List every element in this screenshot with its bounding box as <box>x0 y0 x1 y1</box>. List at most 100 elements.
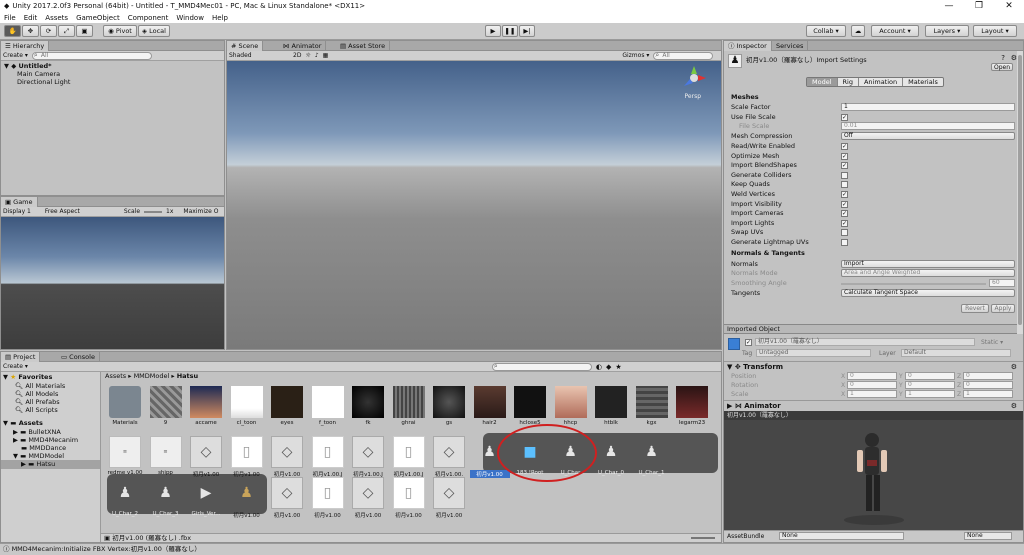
asset-bundle-select[interactable]: None <box>779 532 904 540</box>
asset-item[interactable]: f_toon <box>308 386 348 426</box>
tab-services[interactable]: Services <box>772 41 809 51</box>
asset-item[interactable]: ▯ 初月v1.00 <box>389 477 429 519</box>
asset-item[interactable]: ghrai <box>389 386 429 426</box>
asset-item[interactable]: hhcp <box>551 386 591 426</box>
aspect-select[interactable]: Free Aspect <box>45 208 80 215</box>
import-option-checkbox[interactable]: ✓ <box>841 162 848 170</box>
collab-button[interactable]: Collab ▾ <box>806 25 846 37</box>
import-option-checkbox[interactable]: ✓ <box>841 219 848 227</box>
minimize-icon[interactable]: — <box>934 0 964 12</box>
animator-gear-icon[interactable]: ⚙ <box>1011 401 1017 411</box>
breadcrumb-hatsu[interactable]: Hatsu <box>177 372 198 380</box>
inspector-scrollbar[interactable] <box>1017 51 1023 334</box>
apply-button[interactable]: Apply <box>991 304 1015 313</box>
animator-header[interactable]: ▶ ⋈ Animator ⚙ <box>724 400 1023 410</box>
subtab-rig[interactable]: Rig <box>836 78 858 86</box>
component-gear-icon[interactable]: ⚙ <box>1011 362 1017 372</box>
tab-console[interactable]: ▭ Console <box>57 352 100 362</box>
tab-project[interactable]: ▤ Project <box>1 352 41 362</box>
favorites-header[interactable]: ▼ ★ Favorites <box>1 373 100 382</box>
game-view[interactable] <box>1 217 224 349</box>
import-option-checkbox[interactable]: ✓ <box>841 200 848 208</box>
asset-item[interactable]: accame <box>186 386 226 426</box>
asset-item[interactable]: ♟ 初月v1.00 <box>227 477 267 519</box>
hierarchy-item-directional-light[interactable]: Directional Light <box>1 78 224 87</box>
menu-help[interactable]: Help <box>208 14 232 22</box>
subtab-animation[interactable]: Animation <box>857 78 903 86</box>
asset-item[interactable]: ◇ 初月v1.00 <box>186 436 226 478</box>
pivot-button[interactable]: ◉ Pivot <box>103 25 137 37</box>
filter-type-icon[interactable]: ◐ <box>596 363 602 371</box>
project-create-button[interactable]: Create ▾ <box>3 363 28 370</box>
import-option-checkbox[interactable]: ✓ <box>841 210 848 218</box>
pause-button[interactable]: ❚❚ <box>502 25 518 37</box>
import-option-checkbox[interactable]: ✓ <box>841 191 848 198</box>
asset-item[interactable]: ♟ U_Char_0 <box>591 436 631 476</box>
maximize-icon[interactable]: ❐ <box>964 0 994 12</box>
tab-game[interactable]: ▣ Game <box>1 197 38 207</box>
active-checkbox[interactable]: ✓ <box>745 339 752 346</box>
menu-gameobject[interactable]: GameObject <box>72 14 124 22</box>
menu-assets[interactable]: Assets <box>41 14 72 22</box>
asset-item[interactable]: legarm23 <box>672 386 712 426</box>
asset-item[interactable]: eyes <box>267 386 307 426</box>
asset-item[interactable]: ◇ 初月v1.00. <box>429 436 469 478</box>
asset-item[interactable]: htblk <box>591 386 631 426</box>
asset-item[interactable]: cl_toon <box>227 386 267 426</box>
scale-factor-input[interactable]: 1 <box>841 103 1015 111</box>
folder-hatsu[interactable]: ▶ ▬ Hatsu <box>1 460 100 469</box>
thumbnail-size-slider[interactable] <box>691 537 715 539</box>
import-option-checkbox[interactable]: ✓ <box>841 152 848 160</box>
filter-label-icon[interactable]: ◆ <box>606 363 611 371</box>
display-select[interactable]: Display 1 <box>3 208 31 215</box>
asset-item[interactable]: kgx <box>632 386 672 426</box>
tangents-select[interactable]: Calculate Tangent Space <box>841 289 1015 297</box>
favorite-all-scripts[interactable]: 🔍︎ All Scripts <box>1 406 100 415</box>
asset-item[interactable]: ▶ Girls_Ver... <box>186 477 226 517</box>
asset-item[interactable]: ▯ 初月v1.00.J <box>389 436 429 478</box>
scene-gizmo-icon[interactable] <box>681 65 707 91</box>
tab-scene[interactable]: # Scene <box>227 41 264 51</box>
play-button[interactable]: ▶ <box>485 25 501 37</box>
import-option-checkbox[interactable]: ✓ <box>841 143 848 150</box>
asset-item[interactable]: hclose5 <box>510 386 550 426</box>
breadcrumb-assets[interactable]: Assets <box>105 372 126 380</box>
tab-asset-store[interactable]: ▤ Asset Store <box>336 41 391 51</box>
asset-item[interactable]: gs <box>429 386 469 426</box>
scale-slider[interactable] <box>144 210 163 213</box>
asset-item[interactable]: ≡ shipp <box>146 436 186 476</box>
asset-item[interactable]: ◇ 初月v1.00.J <box>348 436 388 478</box>
asset-item[interactable]: ≡ redme v1.00 <box>105 436 145 476</box>
open-button[interactable]: Open <box>991 63 1013 71</box>
asset-bundle-variant-select[interactable]: None <box>964 532 1012 540</box>
account-button[interactable]: Account ▾ <box>871 25 919 37</box>
effects-icon[interactable]: ▦ <box>323 52 329 59</box>
model-preview[interactable] <box>724 420 1023 532</box>
breadcrumb-mmdmodel[interactable]: MMDModel <box>134 372 170 380</box>
create-button[interactable]: Create ▾ <box>3 52 28 59</box>
asset-item[interactable]: ◇ 初月v1.00 <box>429 477 469 519</box>
subtab-model[interactable]: Model <box>807 78 837 86</box>
asset-item[interactable]: ♟ U_Char_3 <box>146 477 186 517</box>
local-button[interactable]: ◈ Local <box>138 25 170 37</box>
import-option-checkbox[interactable] <box>841 229 848 237</box>
normals-select[interactable]: Import <box>841 260 1015 268</box>
lighting-icon[interactable]: ☼ <box>305 52 310 59</box>
asset-item[interactable]: fk <box>348 386 388 426</box>
asset-item[interactable]: ◇ 初月v1.00 <box>267 477 307 519</box>
asset-item[interactable]: hair2 <box>470 386 510 426</box>
maximize-button[interactable]: Maximize O <box>183 208 218 215</box>
scene-view[interactable]: Persp <box>227 61 721 349</box>
rotate-tool-icon[interactable]: ⟳ <box>40 25 57 37</box>
project-search-input[interactable] <box>491 362 592 371</box>
tab-inspector[interactable]: ⓘ Inspector <box>724 41 772 51</box>
asset-item[interactable]: ◇ 初月v1.00 <box>348 477 388 519</box>
asset-item[interactable]: ◇ 初月v1.00 <box>267 436 307 478</box>
shading-select[interactable]: Shaded <box>229 52 289 59</box>
layout-button[interactable]: Layout ▾ <box>973 25 1017 37</box>
cloud-icon[interactable]: ☁ <box>851 25 865 37</box>
rect-tool-icon[interactable]: ▣ <box>76 25 93 37</box>
hand-tool-icon[interactable]: ✋ <box>4 25 21 37</box>
tab-hierarchy[interactable]: ☰ Hierarchy <box>1 41 50 51</box>
assets-header[interactable]: ▼ ▬ Assets <box>1 419 100 428</box>
